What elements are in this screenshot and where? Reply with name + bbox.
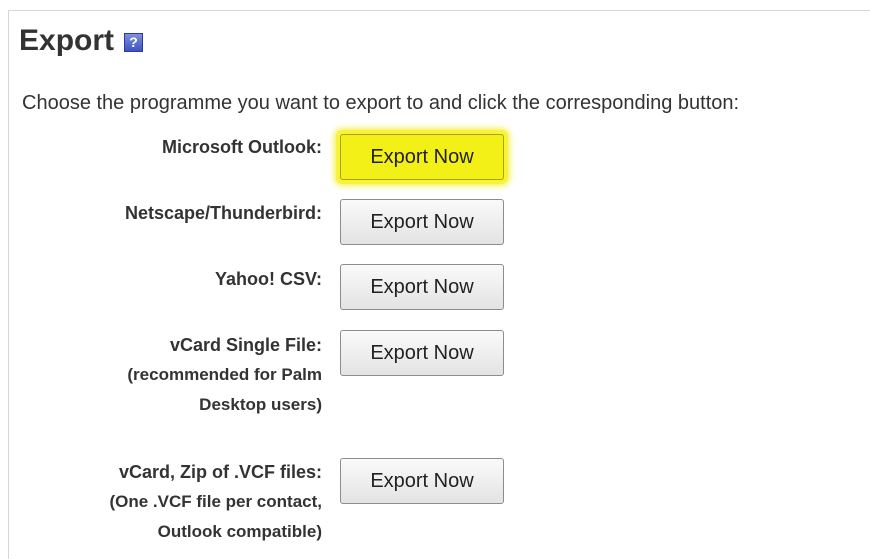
option-label-vcard-single: vCard Single File: (recommended for Palm… [127, 330, 322, 420]
instruction-text: Choose the programme you want to export … [22, 92, 740, 114]
option-title: Microsoft Outlook: [162, 137, 322, 157]
page-title: Export [19, 24, 115, 57]
option-title: vCard, Zip of .VCF files: [118, 462, 322, 482]
export-yahoo-csv-button[interactable]: Export Now [340, 264, 504, 310]
option-label-outlook: Microsoft Outlook: [162, 132, 322, 162]
title-row: Export ? [19, 24, 144, 58]
option-label-yahoo-csv: Yahoo! CSV: [215, 264, 322, 294]
option-title: Netscape/Thunderbird: [124, 203, 322, 223]
option-note-line1: (One .VCF file per contact, [109, 492, 322, 511]
option-title: Yahoo! CSV: [214, 269, 322, 289]
option-note-line2: Desktop users) [199, 395, 322, 414]
option-note-line1: (recommended for Palm [127, 365, 322, 384]
export-vcard-single-button[interactable]: Export Now [340, 330, 504, 376]
export-vcard-zip-button[interactable]: Export Now [340, 458, 504, 504]
help-icon[interactable]: ? [124, 32, 144, 52]
option-label-vcard-zip: vCard, Zip of .VCF files: (One .VCF file… [109, 457, 322, 547]
export-thunderbird-button[interactable]: Export Now [340, 199, 504, 245]
option-label-thunderbird: Netscape/Thunderbird: [125, 198, 322, 228]
option-title: vCard Single File: [169, 335, 322, 355]
option-note-line2: Outlook compatible) [157, 522, 322, 541]
export-outlook-button[interactable]: Export Now [340, 134, 504, 180]
